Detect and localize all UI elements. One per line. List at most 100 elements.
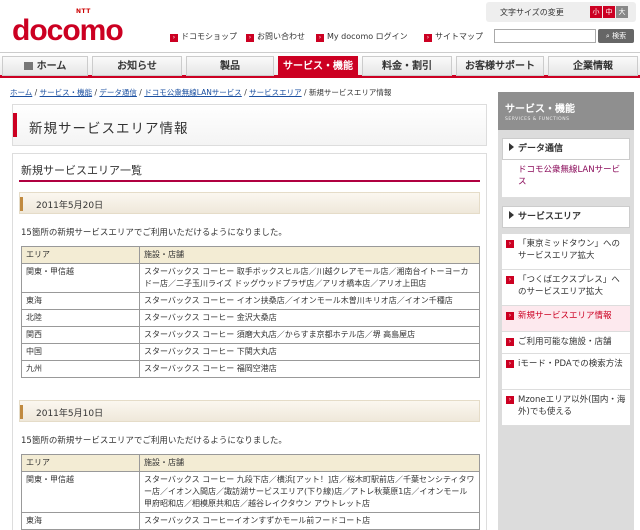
- global-nav: ホーム お知らせ 製品 サービス・機能 料金・割引 お客様サポート 企業情報: [0, 52, 640, 78]
- sidebar-item-wlan[interactable]: ドコモ公衆無線LANサービス: [502, 160, 630, 198]
- search-input[interactable]: [494, 29, 596, 43]
- facility-cell: スターバックス コーヒー 金沢大桑店: [139, 309, 480, 327]
- breadcrumb-services[interactable]: サービス・機能: [40, 88, 93, 97]
- arrow-icon: ›: [506, 312, 514, 320]
- sidebar-category-area[interactable]: サービスエリア: [502, 206, 630, 228]
- facility-cell: スターバックス コーヒー 須磨大丸店／からすま京都ホテル店／堺 高島屋店: [139, 326, 480, 344]
- nav-label: ホーム: [36, 61, 67, 72]
- breadcrumb-separator: /: [34, 88, 38, 97]
- table-header-row: エリア 施設・店舗: [21, 454, 480, 472]
- nav-news[interactable]: お知らせ: [92, 56, 182, 76]
- breadcrumb-separator: /: [244, 88, 247, 97]
- date-accent-bar: [20, 197, 23, 211]
- arrow-icon: ›: [506, 240, 514, 248]
- header-facility: 施設・店舗: [139, 246, 480, 264]
- sidebar-item-mzone[interactable]: › Mzoneエリア以外(国内・海外)でも使える: [502, 390, 630, 426]
- table-row: 東海 スターバックス コーヒーイオンすずかモール前フードコート店: [21, 512, 480, 530]
- link-my-docomo-login[interactable]: › My docomo ログイン: [316, 31, 408, 42]
- sidebar-category-data[interactable]: データ通信: [502, 138, 630, 160]
- sidebar-item-midtown[interactable]: › 「東京ミッドタウン」へのサービスエリア拡大: [502, 234, 630, 270]
- page-title-box: 新規サービスエリア情報: [12, 104, 487, 146]
- sidebar-item-tsukuba[interactable]: › 「つくばエクスプレス」へのサービスエリア拡大: [502, 270, 630, 306]
- area-table: エリア 施設・店舗 関東・甲信越 スターバックス コーヒー 取手ボックスヒル店／川…: [21, 246, 480, 378]
- nav-pricing[interactable]: 料金・割引: [362, 56, 452, 76]
- category-label: サービスエリア: [518, 212, 582, 222]
- breadcrumb-separator: /: [139, 88, 142, 97]
- arrow-icon: ›: [424, 34, 432, 42]
- triangle-icon: [509, 143, 514, 151]
- area-cell: 関東・甲信越: [21, 263, 140, 293]
- area-table: エリア 施設・店舗 関東・甲信越 スターバックス コーヒー 九段下店／横浜[アット…: [21, 454, 480, 530]
- header-facility: 施設・店舗: [139, 454, 480, 472]
- table-header-row: エリア 施設・店舗: [21, 246, 480, 264]
- link-label: ドコモショップ: [181, 32, 237, 41]
- search-button[interactable]: ⌕ 検索: [598, 29, 634, 43]
- breadcrumb-wlan[interactable]: ドコモ公衆無線LANサービス: [144, 88, 242, 97]
- nav-services[interactable]: サービス・機能: [278, 56, 358, 76]
- nav-products[interactable]: 製品: [186, 56, 274, 76]
- header-area: エリア: [21, 454, 140, 472]
- sidebar-item-imode-search[interactable]: › iモード・PDAでの検索方法: [502, 354, 630, 390]
- table-row: 中国 スターバックス コーヒー 下関大丸店: [21, 343, 480, 361]
- font-size-large-button[interactable]: 大: [616, 6, 628, 18]
- group-intro: 15箇所の新規サービスエリアでご利用いただけるようになりました。: [21, 228, 287, 238]
- breadcrumb-data[interactable]: データ通信: [99, 88, 137, 97]
- facility-cell: スターバックス コーヒー 九段下店／横浜[アット！]店／桜木町駅前店／千葉センシ…: [139, 471, 480, 513]
- link-sitemap[interactable]: › サイトマップ: [424, 31, 483, 42]
- item-label: ドコモ公衆無線LANサービス: [518, 165, 621, 187]
- logo-text: docomo: [12, 14, 124, 47]
- section-divider: [19, 180, 480, 182]
- sidebar-title: サービス・機能: [505, 104, 575, 115]
- link-contact[interactable]: › お問い合わせ: [246, 31, 305, 42]
- link-docomo-shop[interactable]: › ドコモショップ: [170, 31, 237, 42]
- link-label: My docomo ログイン: [327, 32, 408, 41]
- sidebar-header: サービス・機能 SERVICES & FUNCTIONS: [498, 92, 634, 130]
- breadcrumb-separator: /: [94, 88, 98, 97]
- date-text: 2011年5月10日: [36, 409, 104, 419]
- table-row: 東海 スターバックス コーヒー イオン扶桑店／イオンモール木曽川キリオ店／イオン千…: [21, 292, 480, 310]
- font-size-small-button[interactable]: 小: [590, 6, 602, 18]
- breadcrumb-area[interactable]: サービスエリア: [249, 88, 302, 97]
- arrow-icon: ›: [506, 360, 514, 368]
- link-label: サイトマップ: [435, 32, 483, 41]
- area-cell: 九州: [21, 360, 140, 378]
- date-text: 2011年5月20日: [36, 201, 104, 211]
- table-row: 北陸 スターバックス コーヒー 金沢大桑店: [21, 309, 480, 327]
- breadcrumb-home[interactable]: ホーム: [10, 88, 32, 97]
- facility-cell: スターバックス コーヒーイオンすずかモール前フードコート店: [139, 512, 480, 530]
- facility-cell: スターバックス コーヒー 下関大丸店: [139, 343, 480, 361]
- item-label: ご利用可能な施設・店舗: [518, 337, 612, 347]
- facility-cell: スターバックス コーヒー 福岡空港店: [139, 360, 480, 378]
- font-size-changer: 文字サイズの変更 小 中 大: [486, 2, 636, 22]
- nav-support[interactable]: お客様サポート: [456, 56, 544, 76]
- nav-corporate[interactable]: 企業情報: [548, 56, 638, 76]
- sidebar-item-facilities[interactable]: › ご利用可能な施設・店舗: [502, 332, 630, 354]
- facility-cell: スターバックス コーヒー イオン扶桑店／イオンモール木曽川キリオ店／イオン千種店: [139, 292, 480, 310]
- font-size-label: 文字サイズの変更: [500, 8, 564, 17]
- table-row: 関東・甲信越 スターバックス コーヒー 取手ボックスヒル店／川越クレアモール店／湘…: [21, 263, 480, 293]
- title-accent-bar: [13, 113, 17, 137]
- sidebar-body: データ通信 ドコモ公衆無線LANサービス サービスエリア › 「東京ミッドタウン」…: [498, 130, 634, 530]
- font-size-medium-button[interactable]: 中: [603, 6, 615, 18]
- sidebar-item-new-area[interactable]: › 新規サービスエリア情報: [502, 306, 630, 332]
- nav-home[interactable]: ホーム: [2, 56, 88, 76]
- area-cell: 東海: [21, 292, 140, 310]
- arrow-icon: ›: [246, 34, 254, 42]
- item-label: 「つくばエクスプレス」へのサービスエリア拡大: [518, 275, 620, 297]
- site-header: NTT docomo 文字サイズの変更 小 中 大 › ドコモショップ › お問い合…: [0, 0, 640, 52]
- link-label: お問い合わせ: [257, 32, 305, 41]
- item-label: 新規サービスエリア情報: [518, 311, 612, 321]
- area-cell: 関東・甲信越: [21, 471, 140, 513]
- content-box: 新規サービスエリア一覧 2011年5月20日 15箇所の新規サービスエリアでご利…: [12, 153, 487, 530]
- area-cell: 北陸: [21, 309, 140, 327]
- sidebar-subtitle: SERVICES & FUNCTIONS: [505, 117, 570, 122]
- date-heading: 2011年5月20日: [19, 192, 480, 214]
- area-cell: 中国: [21, 343, 140, 361]
- item-label: Mzoneエリア以外(国内・海外)でも使える: [518, 395, 626, 417]
- date-heading: 2011年5月10日: [19, 400, 480, 422]
- table-row: 九州 スターバックス コーヒー 福岡空港店: [21, 360, 480, 378]
- table-row: 関西 スターバックス コーヒー 須磨大丸店／からすま京都ホテル店／堺 高島屋店: [21, 326, 480, 344]
- arrow-icon: ›: [506, 338, 514, 346]
- item-label: 「東京ミッドタウン」へのサービスエリア拡大: [518, 239, 621, 261]
- arrow-icon: ›: [170, 34, 178, 42]
